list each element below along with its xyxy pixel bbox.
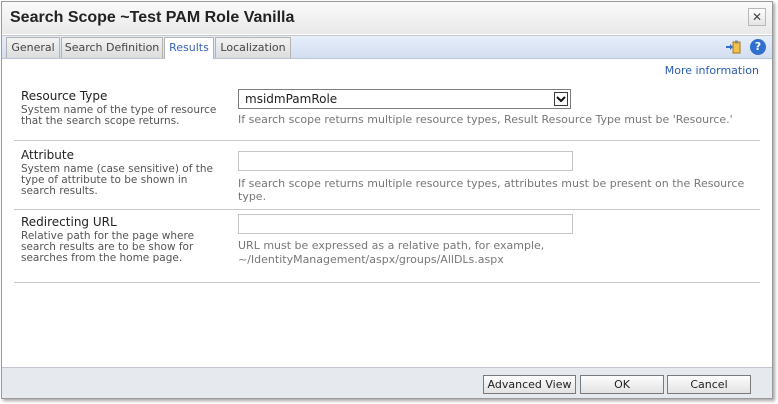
tab-general[interactable]: General	[6, 37, 60, 58]
tab-toolbar: ?	[719, 39, 766, 55]
attribute-input[interactable]	[238, 151, 573, 171]
attribute-label: Attribute	[21, 148, 74, 162]
redirecting-url-description: Relative path for the page where search …	[21, 230, 195, 264]
redirecting-url-hint-line1: URL must be expressed as a relative path…	[238, 239, 545, 252]
dialog-footer: Advanced View OK Cancel	[2, 367, 772, 398]
resource-type-description: System name of the type of resource that…	[21, 104, 217, 127]
attribute-hint: If search scope returns multiple resourc…	[238, 177, 745, 203]
dialog-title: Search Scope ~Test PAM Role Vanilla	[10, 9, 295, 26]
redirecting-url-label: Redirecting URL	[21, 215, 117, 229]
help-icon[interactable]: ?	[750, 39, 766, 55]
tab-bar: General Search Definition Results Locali…	[2, 35, 772, 59]
attribute-description: System name (case sensitive) of the type…	[21, 163, 213, 197]
redirecting-url-hint-line2: ~/IdentityManagement/aspx/groups/AllDLs.…	[238, 253, 504, 266]
tab-results[interactable]: Results	[164, 37, 214, 59]
chevron-down-icon[interactable]	[554, 92, 568, 106]
export-clipboard-icon[interactable]	[725, 39, 741, 55]
title-bar: Search Scope ~Test PAM Role Vanilla ✕	[2, 2, 772, 34]
tab-search-definition[interactable]: Search Definition	[61, 37, 163, 58]
resource-type-label: Resource Type	[21, 89, 108, 103]
resource-type-select[interactable]: msidmPamRole	[238, 89, 571, 109]
advanced-view-button[interactable]: Advanced View	[483, 375, 576, 394]
cancel-button[interactable]: Cancel	[667, 375, 751, 394]
search-scope-dialog: Search Scope ~Test PAM Role Vanilla ✕ Ge…	[1, 1, 773, 399]
close-icon[interactable]: ✕	[748, 8, 766, 26]
ok-button[interactable]: OK	[580, 375, 664, 394]
tab-localization[interactable]: Localization	[215, 37, 291, 58]
resource-type-hint: If search scope returns multiple resourc…	[238, 113, 733, 126]
resource-type-value: msidmPamRole	[245, 92, 338, 106]
redirecting-url-input[interactable]	[238, 214, 573, 234]
more-information-link[interactable]: More information	[665, 64, 759, 77]
